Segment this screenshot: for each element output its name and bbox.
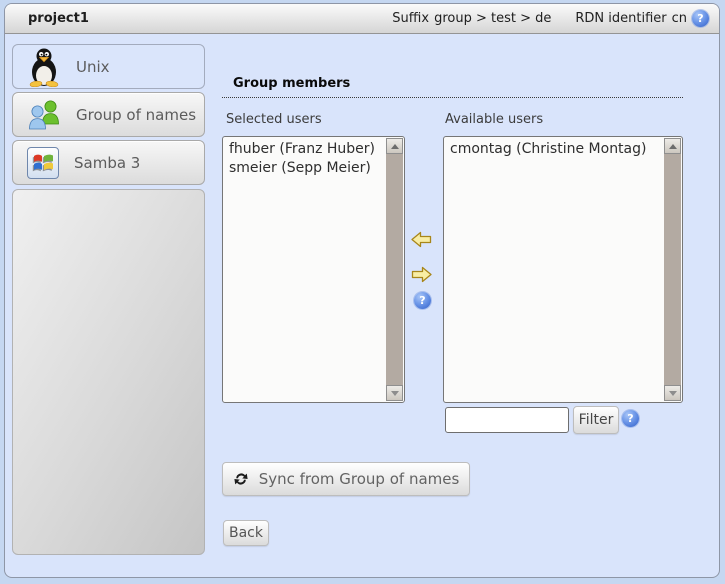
triangle-up-icon (391, 144, 399, 149)
triangle-up-icon (669, 144, 677, 149)
scroll-up-button[interactable] (386, 138, 403, 154)
group-people-icon (27, 98, 61, 132)
titlebar-info: Suffix group > test > de RDN identifier … (392, 10, 709, 27)
section-title: Group members (233, 76, 350, 91)
filter-input[interactable] (445, 407, 569, 433)
scrollbar[interactable] (386, 138, 403, 401)
triangle-down-icon (669, 391, 677, 396)
scroll-down-button[interactable] (386, 385, 403, 401)
triangle-down-icon (391, 391, 399, 396)
rdn-label: RDN identifier (575, 11, 666, 26)
sidebar-panel (12, 189, 205, 555)
page-title: project1 (28, 11, 89, 26)
tab-label: Samba 3 (74, 154, 140, 172)
back-button[interactable]: Back (223, 520, 269, 546)
sync-from-group-of-names-button[interactable]: Sync from Group of names (222, 462, 470, 496)
available-users-listbox[interactable]: cmontag (Christine Montag) (443, 136, 683, 403)
windows-logo-icon (27, 147, 59, 179)
tab-label: Group of names (76, 106, 196, 124)
filter-button[interactable]: Filter (573, 406, 619, 434)
titlebar: project1 Suffix group > test > de RDN id… (5, 4, 719, 34)
tab-samba3[interactable]: Samba 3 (12, 140, 205, 185)
tab-unix[interactable]: Unix (12, 44, 205, 89)
list-item[interactable]: fhuber (Franz Huber) (229, 140, 386, 159)
available-users-items: cmontag (Christine Montag) (444, 137, 664, 402)
list-item[interactable]: cmontag (Christine Montag) (450, 140, 664, 159)
members-help-icon[interactable]: ? (414, 292, 431, 309)
selected-users-label: Selected users (226, 112, 322, 127)
tab-label: Unix (76, 58, 110, 76)
app-window: project1 Suffix group > test > de RDN id… (4, 3, 720, 578)
sync-button-label: Sync from Group of names (259, 470, 460, 488)
selected-users-items: fhuber (Franz Huber) smeier (Sepp Meier) (223, 137, 386, 402)
section-heading: Group members (222, 74, 683, 98)
filter-help-icon[interactable]: ? (622, 410, 639, 427)
selected-users-listbox[interactable]: fhuber (Franz Huber) smeier (Sepp Meier) (222, 136, 405, 403)
scroll-up-button[interactable] (664, 138, 681, 154)
sync-refresh-icon (233, 471, 249, 487)
rdn-value: cn (672, 11, 687, 26)
suffix-label: Suffix (392, 11, 429, 26)
rdn-help-icon[interactable]: ? (692, 10, 709, 27)
available-users-label: Available users (445, 112, 543, 127)
tab-group-of-names[interactable]: Group of names (12, 92, 205, 137)
tux-penguin-icon (27, 47, 61, 87)
move-left-arrow-button[interactable] (411, 231, 433, 249)
move-right-arrow-button[interactable] (411, 266, 433, 284)
scroll-down-button[interactable] (664, 385, 681, 401)
scrollbar[interactable] (664, 138, 681, 401)
suffix-value: group > test > de (434, 11, 551, 26)
list-item[interactable]: smeier (Sepp Meier) (229, 159, 386, 178)
